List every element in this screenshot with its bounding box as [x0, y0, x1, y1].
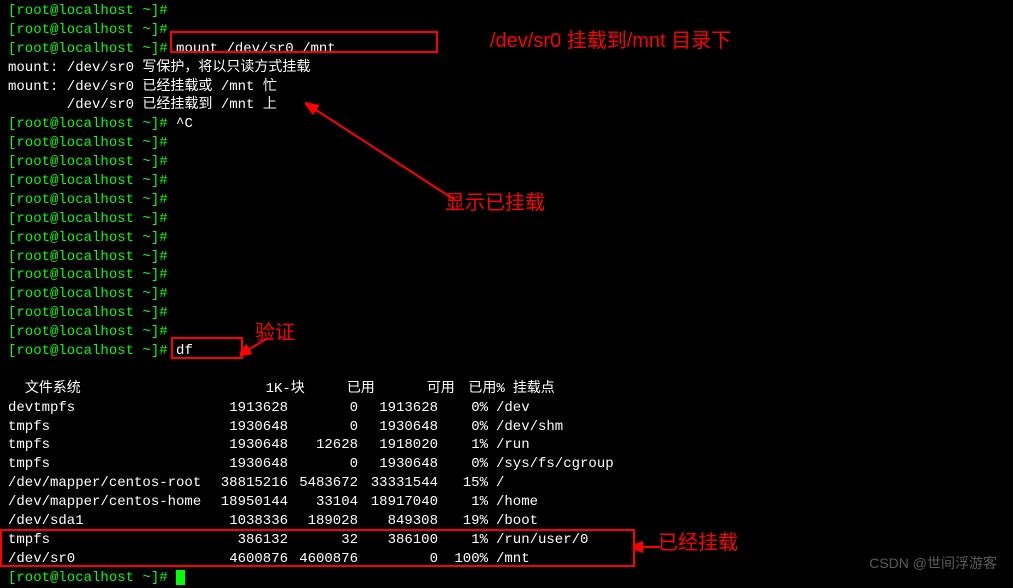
mount-output-2: mount: /dev/sr0 已经挂载或 /mnt 忙 [8, 78, 1005, 97]
cmd-df-line: [root@localhost ~]# df [8, 342, 1005, 361]
prompt-line: [root@localhost ~]# [8, 304, 1005, 323]
df-row: tmpfs1930648019306480%/sys/fs/cgroup [8, 455, 1005, 474]
prompt-line: [root@localhost ~]# [8, 134, 1005, 153]
cmd-df: df [176, 343, 193, 359]
prompt-line: [root@localhost ~]# [8, 266, 1005, 285]
prompt-line: [root@localhost ~]# [8, 2, 1005, 21]
df-header: 文件系统1K-块已用可用已用%挂载点 [8, 361, 1005, 399]
df-row: /dev/sda1103833618902884930819%/boot [8, 512, 1005, 531]
watermark: CSDN @世间浮游客 [869, 554, 997, 573]
df-row: devtmpfs1913628019136280%/dev [8, 399, 1005, 418]
df-row: tmpfs1930648019306480%/dev/shm [8, 418, 1005, 437]
mount-output-3: /dev/sr0 已经挂载到 /mnt 上 [8, 96, 1005, 115]
prompt-line: [root@localhost ~]# [8, 172, 1005, 191]
prompt-line: [root@localhost ~]# [8, 153, 1005, 172]
prompt-ctrlc: [root@localhost ~]# ^C [8, 115, 1005, 134]
prompt-cursor-line: [root@localhost ~]# [8, 569, 1005, 588]
prompt-line: [root@localhost ~]# [8, 229, 1005, 248]
df-row: tmpfs19306481262819180201%/run [8, 436, 1005, 455]
df-row: /dev/mapper/centos-home18950144331041891… [8, 493, 1005, 512]
prompt-line: [root@localhost ~]# [8, 248, 1005, 267]
annotation-verify: 验证 [255, 320, 295, 347]
df-row: /dev/mapper/centos-root38815216548367233… [8, 474, 1005, 493]
cursor-icon [176, 570, 185, 585]
prompt-line: [root@localhost ~]# [8, 323, 1005, 342]
annotation-already-mounted: 已经挂载 [658, 530, 738, 557]
prompt-line: [root@localhost ~]# [8, 285, 1005, 304]
annotation-mount-note: /dev/sr0 挂载到/mnt 目录下 [490, 28, 731, 55]
cmd-mount: mount /dev/sr0 /mnt [176, 41, 336, 57]
mount-output-1: mount: /dev/sr0 写保护，将以只读方式挂载 [8, 59, 1005, 78]
df-row-sr0: /dev/sr0460087646008760100%/mnt [8, 550, 1005, 569]
annotation-mounted-note: 显示已挂载 [445, 190, 545, 217]
df-row: tmpfs386132323861001%/run/user/0 [8, 531, 1005, 550]
